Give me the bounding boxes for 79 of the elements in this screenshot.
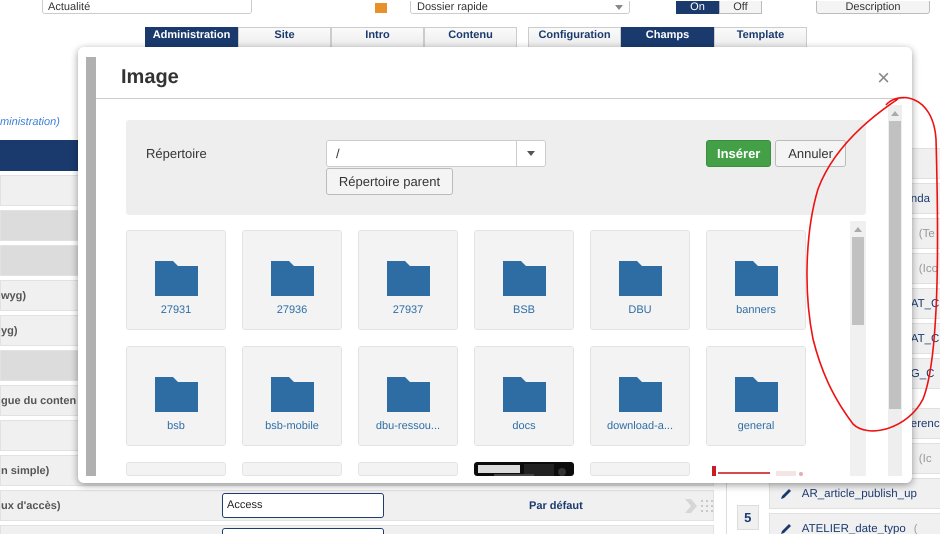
folder-icon [270,377,314,412]
list-row[interactable]: ATELIER_date_typo ( [768,513,940,534]
directory-label: Répertoire [146,145,208,163]
folder-name: banners [736,304,776,316]
chevron-icon [684,498,697,512]
pencil-icon [780,522,792,534]
drag-handle-icon [700,500,713,512]
toggle-option[interactable]: On [676,1,719,14]
row-label: yg) [1,324,18,336]
folder-name: general [738,420,774,432]
row-label: (Ic [918,452,932,464]
folder-icon [270,261,314,296]
folder-tile[interactable]: docs [474,346,574,446]
folder-tile[interactable]: 27931 [126,230,226,330]
pencil-icon [780,488,792,500]
folder-name: docs [512,420,536,432]
folder-tile[interactable]: dbu-ressou... [358,346,458,446]
folder-icon [618,377,662,412]
folder-tile[interactable]: DBU [590,230,690,330]
folder-tile[interactable]: banners [706,230,806,330]
scroll-up-icon [854,227,862,232]
text-field[interactable]: Access [222,493,384,518]
folder-tile[interactable]: bsb [126,346,226,446]
folder-name: BSB [512,304,535,316]
scroll-thumb[interactable] [852,237,864,325]
toggle-option[interactable]: Off [719,1,762,14]
row-label: AR_article_publish_up [802,488,917,500]
scroll-up-icon [891,111,899,116]
scrollbar[interactable] [888,105,902,476]
row-label: ATELIER_date_typo [802,522,906,534]
order-number: 5 [736,505,759,530]
caret-icon [615,4,623,10]
folder-icon [618,261,662,296]
parent-directory-button[interactable]: Répertoire parent [326,168,453,195]
default-label: Par défaut [529,500,583,512]
folder-icon [154,261,198,296]
row-label: (Te [918,228,935,240]
folder-tile[interactable]: bsb-mobile [242,346,342,446]
folder-tile[interactable] [242,462,342,476]
folder-name: dbu-ressou... [376,420,440,432]
description-button[interactable]: Description [816,1,930,14]
close-button[interactable]: × [873,66,894,88]
row-note: ( [914,522,918,534]
folder-name: bsb [167,420,185,432]
folder-tile[interactable]: 27936 [242,230,342,330]
folder-name: 27931 [160,304,192,316]
folder-tile[interactable]: 27937 [358,230,458,330]
row-label: n simple) [1,464,50,476]
row-label: wyg) [1,290,26,302]
folder-dropdown[interactable]: Dossier rapide [410,1,630,14]
folder-icon [386,377,430,412]
folder-icon [734,261,778,296]
row-label: erenc [910,418,940,430]
folder-name: DBU [628,304,652,316]
folder-name: 27936 [276,304,308,316]
folder-icon [502,261,546,296]
dialog-title: Image [121,66,179,89]
folder-icon [734,377,778,412]
directory-dropdown[interactable]: / [326,140,546,167]
scrollbar[interactable] [850,221,866,476]
folder-tile[interactable] [358,462,458,476]
folder-icon [502,377,546,412]
title-field[interactable]: Actualité [42,0,252,14]
scroll-thumb[interactable] [889,121,901,409]
folder-tile[interactable] [126,462,226,476]
row-label: ux d'accès) [1,500,60,512]
folder-name: 27937 [392,304,424,316]
row-label: gue du conten [1,394,76,406]
folder-icon [154,377,198,412]
flag-icon [375,3,387,13]
folder-name: bsb-mobile [265,420,319,432]
folder-tile[interactable] [590,462,690,476]
folder-tile[interactable]: BSB [474,230,574,330]
folder-icon [386,261,430,296]
folder-tile[interactable]: general [706,346,806,446]
cancel-button[interactable]: Annuler [775,140,846,167]
caret-icon [527,151,535,156]
folder-tile[interactable]: download-a... [590,346,690,446]
folder-name: download-a... [606,420,674,432]
